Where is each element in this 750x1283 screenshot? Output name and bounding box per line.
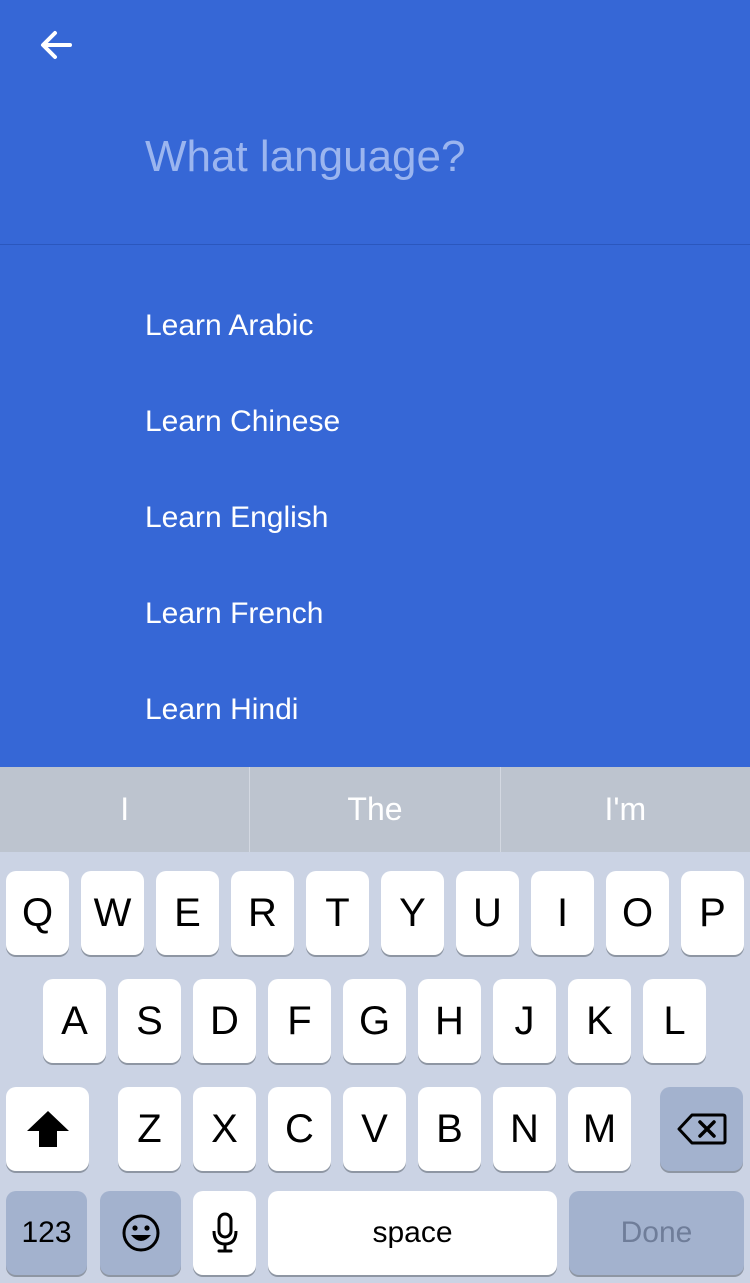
header-divider <box>0 244 750 245</box>
key-b[interactable]: B <box>418 1087 481 1171</box>
result-item-arabic[interactable]: Learn Arabic <box>0 278 750 374</box>
keyboard-keys: Q W E R T Y U I O P A S D F G H J K L Z … <box>0 852 750 1283</box>
key-q[interactable]: Q <box>6 871 69 955</box>
key-h[interactable]: H <box>418 979 481 1063</box>
language-picker-screen: Learn Arabic Learn Chinese Learn English… <box>0 0 750 767</box>
microphone-key[interactable] <box>193 1191 256 1275</box>
key-t[interactable]: T <box>306 871 369 955</box>
result-item-english[interactable]: Learn English <box>0 470 750 566</box>
arrow-left-icon <box>41 31 72 59</box>
key-v[interactable]: V <box>343 1087 406 1171</box>
key-n[interactable]: N <box>493 1087 556 1171</box>
result-item-chinese[interactable]: Learn Chinese <box>0 374 750 470</box>
key-a[interactable]: A <box>43 979 106 1063</box>
microphone-icon <box>212 1212 237 1253</box>
space-key[interactable]: space <box>268 1191 557 1275</box>
suggestion-i[interactable]: I <box>0 767 249 852</box>
backspace-icon <box>677 1113 726 1145</box>
key-r[interactable]: R <box>231 871 294 955</box>
done-key[interactable]: Done <box>569 1191 744 1275</box>
key-s[interactable]: S <box>118 979 181 1063</box>
back-button[interactable] <box>30 22 82 68</box>
result-item-french[interactable]: Learn French <box>0 566 750 662</box>
emoji-icon <box>122 1214 159 1252</box>
suggestion-im[interactable]: I'm <box>499 767 750 852</box>
numbers-key[interactable]: 123 <box>6 1191 87 1275</box>
key-z[interactable]: Z <box>118 1087 181 1171</box>
key-l[interactable]: L <box>643 979 706 1063</box>
key-o[interactable]: O <box>606 871 669 955</box>
key-p[interactable]: P <box>681 871 744 955</box>
emoji-key[interactable] <box>100 1191 181 1275</box>
key-x[interactable]: X <box>193 1087 256 1171</box>
key-k[interactable]: K <box>568 979 631 1063</box>
key-g[interactable]: G <box>343 979 406 1063</box>
key-y[interactable]: Y <box>381 871 444 955</box>
key-j[interactable]: J <box>493 979 556 1063</box>
keyboard-suggestion-bar: I The I'm <box>0 767 750 852</box>
key-w[interactable]: W <box>81 871 144 955</box>
shift-icon <box>26 1111 69 1147</box>
shift-key[interactable] <box>6 1087 89 1171</box>
key-m[interactable]: M <box>568 1087 631 1171</box>
key-f[interactable]: F <box>268 979 331 1063</box>
language-results-list: Learn Arabic Learn Chinese Learn English… <box>0 278 750 758</box>
key-c[interactable]: C <box>268 1087 331 1171</box>
suggestion-the[interactable]: The <box>249 767 499 852</box>
language-search-input[interactable] <box>145 126 705 188</box>
key-i[interactable]: I <box>531 871 594 955</box>
result-item-hindi[interactable]: Learn Hindi <box>0 662 750 758</box>
on-screen-keyboard: I The I'm Q W E R T Y U I O P A S D F G … <box>0 767 750 1283</box>
key-d[interactable]: D <box>193 979 256 1063</box>
key-e[interactable]: E <box>156 871 219 955</box>
key-u[interactable]: U <box>456 871 519 955</box>
backspace-key[interactable] <box>660 1087 743 1171</box>
